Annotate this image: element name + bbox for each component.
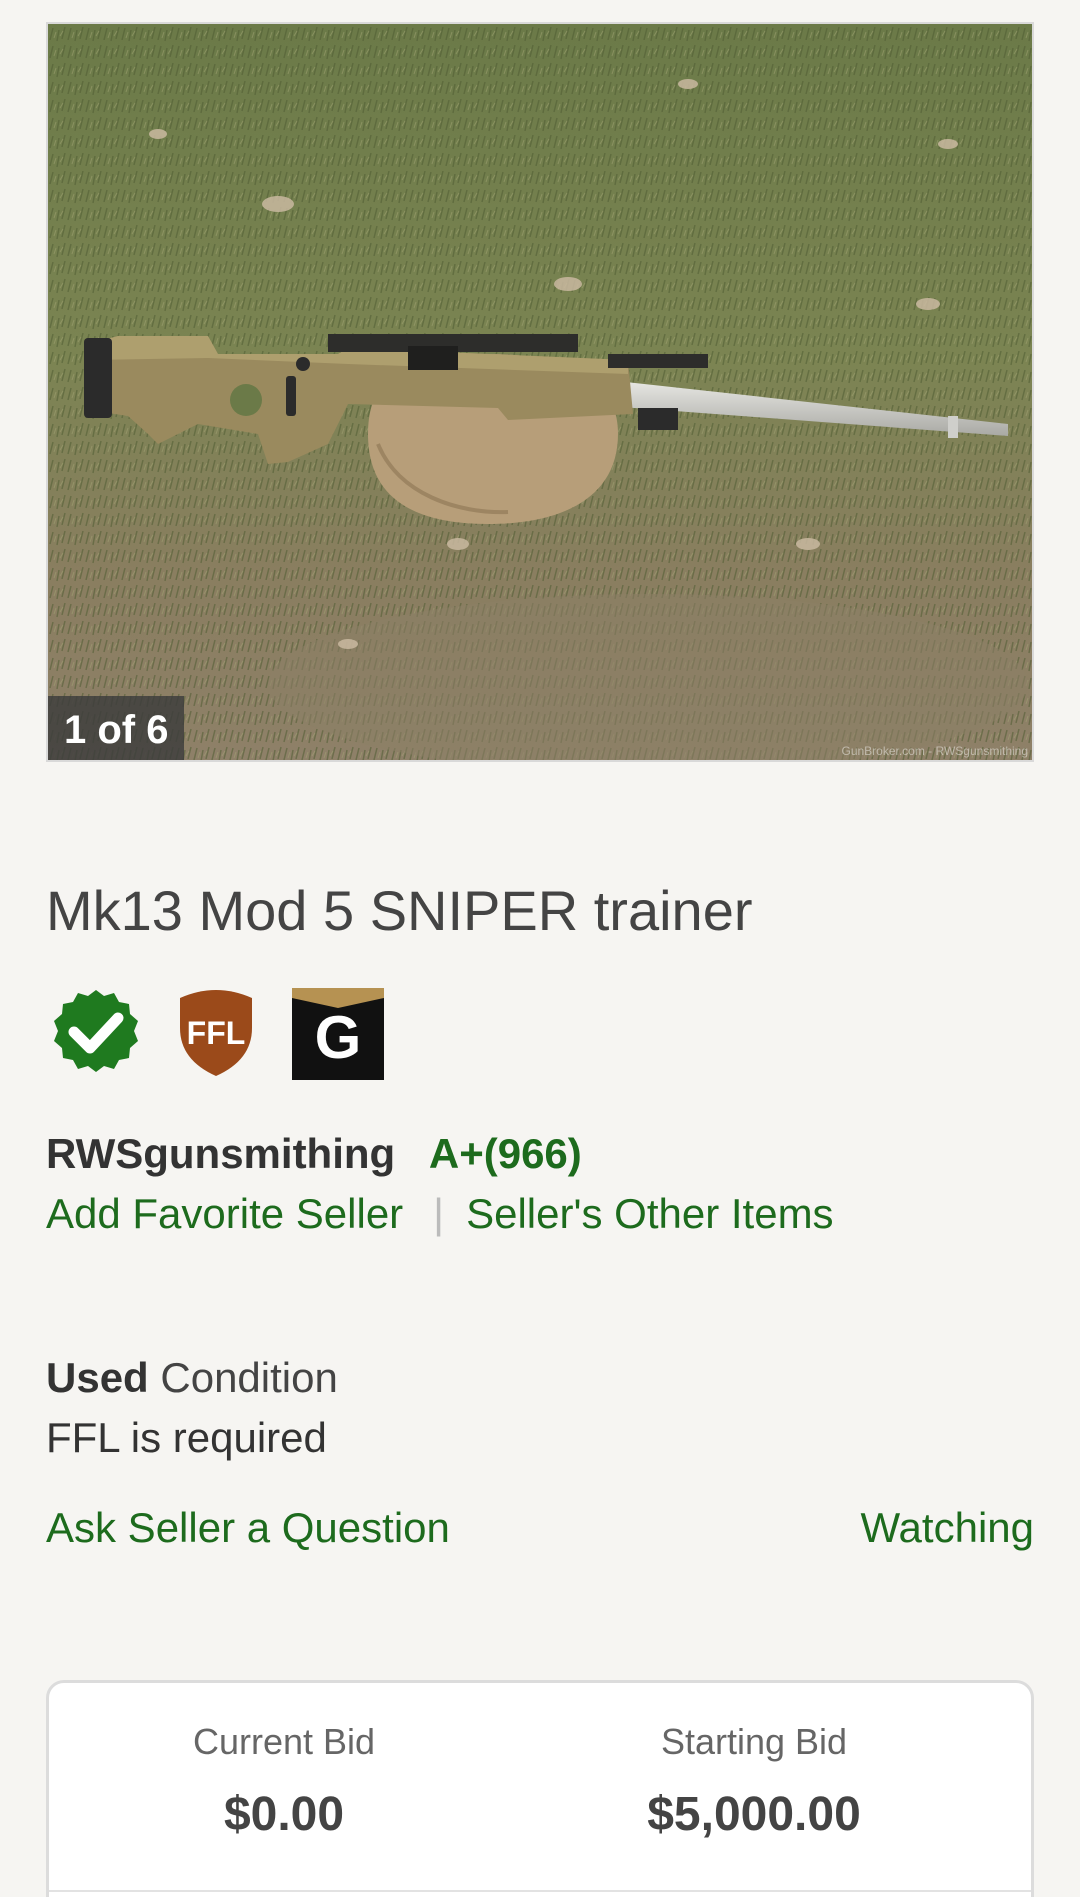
listing-page: 1 of 6 GunBroker.com - RWSgunsmithing Mk… (0, 0, 1080, 1897)
item-condition: Used Condition (46, 1354, 338, 1402)
listing-title: Mk13 Mod 5 SNIPER trainer (46, 879, 753, 942)
seller-links: Add Favorite Seller | Seller's Other Items (46, 1190, 834, 1238)
condition-value: Used (46, 1354, 149, 1401)
verified-check-icon[interactable] (52, 988, 140, 1080)
starting-bid: Starting Bid $5,000.00 (519, 1721, 989, 1842)
current-bid: Current Bid $0.00 (49, 1721, 519, 1842)
photo-watermark: GunBroker.com - RWSgunsmithing (841, 744, 1028, 758)
g-badge-text: G (315, 1004, 362, 1071)
current-bid-label: Current Bid (192, 1721, 376, 1762)
bid-box-divider (49, 1890, 1031, 1892)
seller-rating[interactable]: A+(966) (429, 1130, 582, 1177)
ffl-shield-icon[interactable]: FFL (172, 988, 260, 1080)
ffl-badge-text: FFL (187, 1015, 246, 1051)
item-photo-gallery[interactable]: 1 of 6 GunBroker.com - RWSgunsmithing (46, 22, 1034, 762)
ask-seller-question-link[interactable]: Ask Seller a Question (46, 1504, 450, 1552)
starting-bid-label: Starting Bid (660, 1721, 848, 1762)
seller-info: RWSgunsmithing A+(966) (46, 1130, 582, 1178)
link-separator: | (433, 1190, 445, 1237)
seller-name[interactable]: RWSgunsmithing (46, 1130, 395, 1177)
starting-bid-value: $5,000.00 (647, 1788, 861, 1841)
ffl-required-note: FFL is required (46, 1414, 327, 1461)
bid-summary-box: Current Bid $0.00 Starting Bid $5,000.00 (46, 1680, 1034, 1897)
watching-link[interactable]: Watching (860, 1504, 1034, 1552)
add-favorite-seller-link[interactable]: Add Favorite Seller (46, 1190, 403, 1237)
photo-counter: 1 of 6 (48, 696, 185, 760)
gunbroker-g-icon[interactable]: G (292, 988, 384, 1080)
rifle-photo[interactable] (48, 24, 1032, 760)
current-bid-value: $0.00 (223, 1788, 345, 1841)
seller-other-items-link[interactable]: Seller's Other Items (466, 1190, 833, 1237)
condition-label: Condition (160, 1354, 338, 1401)
